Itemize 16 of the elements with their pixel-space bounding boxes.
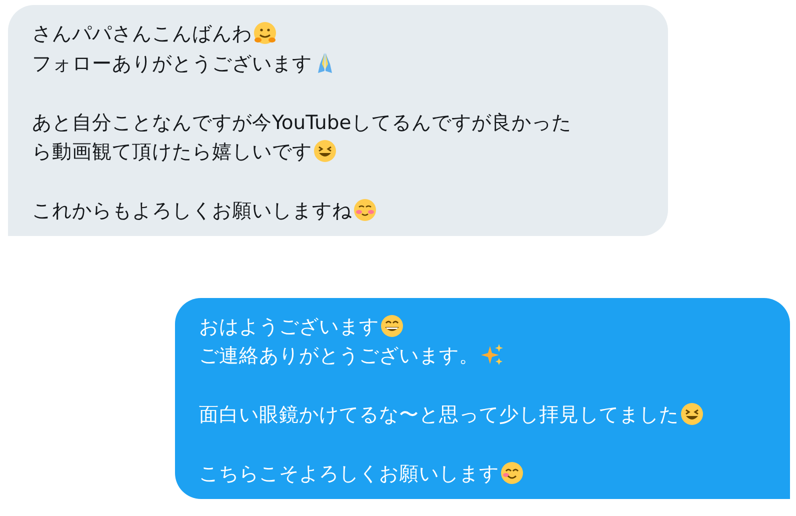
- message-text: ご連絡ありがとうございます。: [199, 344, 479, 367]
- laughing-face-icon: [680, 402, 704, 426]
- sparkles-icon: [480, 343, 504, 367]
- message-text: あと自分ことなんですが今YouTubeしてるんですが良かった: [32, 110, 572, 134]
- message-text: さんパパさんこんばんわ: [32, 22, 252, 45]
- message-text: こちらこそよろしくお願いします: [199, 462, 499, 485]
- message-text: ら動画観て頂けたら嬉しいです: [32, 140, 312, 163]
- hugging-face-icon: [253, 21, 277, 45]
- message-text: これからもよろしくお願いしますね: [32, 199, 352, 222]
- blushing-face-icon: [353, 198, 377, 222]
- message-text: フォローありがとうございます: [32, 52, 312, 74]
- message-text: 面白い眼鏡かけてるな〜と思って少し拝見してました: [199, 403, 679, 426]
- grinning-face-icon: [380, 314, 404, 338]
- smiling-face-icon: [500, 461, 524, 485]
- message-text: おはようございます: [199, 314, 379, 338]
- laughing-face-icon: [313, 139, 337, 163]
